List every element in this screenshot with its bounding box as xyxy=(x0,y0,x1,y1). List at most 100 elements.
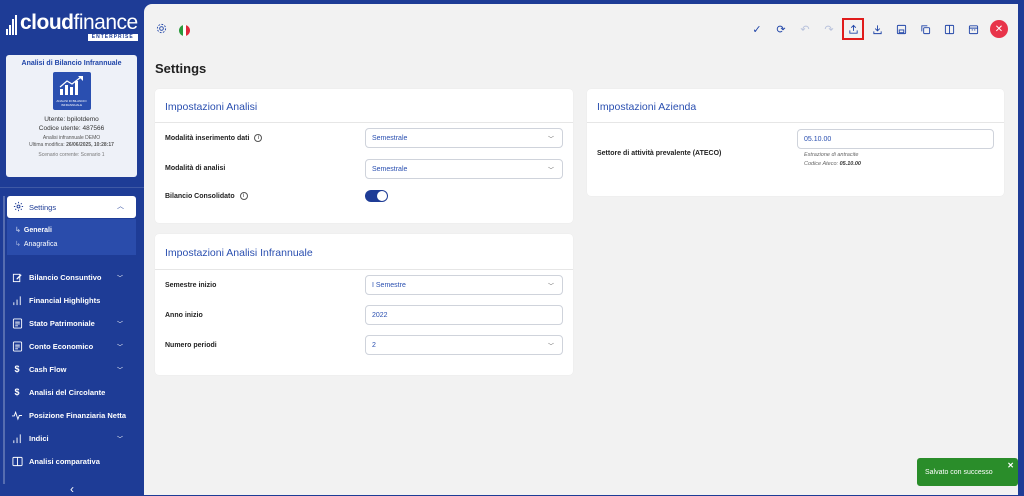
sidebar-item-label: Posizione Finanziaria Netta xyxy=(29,410,127,420)
analysis-thumbnail-caption: ANALISI DI BILANCIO INFRANNUALE xyxy=(56,99,87,107)
bars-icon xyxy=(11,294,23,306)
sidebar-item-label: Settings xyxy=(29,202,57,212)
save-icon[interactable] xyxy=(889,19,913,39)
panel-divider xyxy=(155,269,573,270)
page-title: Settings xyxy=(155,61,207,76)
chevron-down-icon: ﹀ xyxy=(116,367,123,374)
sidebar-divider xyxy=(0,187,144,188)
sidebar-item-posizione-finanziaria[interactable]: Posizione Finanziaria Netta xyxy=(11,406,135,424)
card-user: Utente: bpilotdemo xyxy=(44,116,99,123)
chevron-down-icon: ﹀ xyxy=(116,436,123,443)
sidebar-subitem-anagrafica[interactable]: ↳ Anagrafica xyxy=(15,240,57,248)
field-label-settore-ateco: Settore di attività prevalente (ATECO) xyxy=(597,150,721,157)
copy-icon[interactable] xyxy=(913,19,937,39)
sidebar-item-analisi-comparativa[interactable]: Analisi comparativa xyxy=(11,452,135,470)
logo-bars-icon xyxy=(6,15,17,35)
top-toolbar: ✓ ⟳ ↶ ↷ ✕ xyxy=(144,4,1018,52)
select-semestre-inizio[interactable]: I Semestre ﹀ xyxy=(365,275,563,295)
sidebar-item-settings[interactable]: Settings ︿ xyxy=(7,196,136,218)
sidebar: cloudfinance ENTERPRISE Analisi di Bilan… xyxy=(0,0,144,496)
close-icon[interactable]: ✕ xyxy=(990,20,1008,38)
input-anno-inizio[interactable]: 2022 xyxy=(365,305,563,325)
info-icon[interactable]: i xyxy=(239,192,248,200)
field-label-text: Semestre inizio xyxy=(165,282,217,289)
field-label-text: Bilancio Consolidato xyxy=(165,192,235,200)
analysis-card-title: Analisi di Bilancio Infrannuale xyxy=(21,60,122,67)
sidebar-subitem-generali[interactable]: ↳ Generali xyxy=(15,226,52,234)
subitem-arrow-icon: ↳ xyxy=(15,227,21,234)
select-numero-periodi[interactable]: 2 ﹀ xyxy=(365,335,563,355)
ateco-code-hint: Codice Ateco: 05.10.00 xyxy=(804,161,861,167)
chevron-up-icon: ︿ xyxy=(117,203,124,210)
field-label-anno-inizio: Anno inizio xyxy=(165,312,203,319)
document-icon xyxy=(11,340,23,352)
chevron-down-icon: ﹀ xyxy=(116,321,123,328)
card-scenario: Scenario corrente: Scenario 1 xyxy=(38,152,105,158)
refresh-icon[interactable]: ⟳ xyxy=(769,19,793,39)
upload-icon[interactable] xyxy=(842,18,864,40)
input-value: 05.10.00 xyxy=(804,135,832,143)
check-icon[interactable]: ✓ xyxy=(745,19,769,39)
sidebar-scrollbar[interactable] xyxy=(3,196,5,486)
card-last-modified-label: Ultima modifica: xyxy=(29,142,65,148)
settings-cog-icon[interactable] xyxy=(156,21,167,39)
brand-logo[interactable]: cloudfinance ENTERPRISE xyxy=(6,12,138,41)
sidebar-item-label: Bilancio Consuntivo xyxy=(29,272,102,282)
panel-divider xyxy=(587,122,1004,123)
field-label-text: Anno inizio xyxy=(165,312,203,319)
subitem-arrow-icon: ↳ xyxy=(15,241,21,248)
sidebar-item-analisi-circolante[interactable]: $ Analisi del Circolante xyxy=(11,383,135,401)
ateco-code-value: 05.10.00 xyxy=(839,161,861,167)
close-toast-icon[interactable]: ✕ xyxy=(1007,461,1014,470)
dollar-icon: $ xyxy=(14,364,20,374)
sidebar-item-stato-patrimoniale[interactable]: Stato Patrimoniale ﹀ xyxy=(11,314,135,332)
sidebar-subitem-label: Generali xyxy=(23,227,52,234)
success-toast: Salvato con successo ✕ xyxy=(917,458,1018,486)
select-value: Semestrale xyxy=(372,134,408,142)
field-label-text: Numero periodi xyxy=(165,342,217,349)
info-icon[interactable]: i xyxy=(254,134,263,142)
card-last-modified-value: 26/06/2025, 10:28:17 xyxy=(66,142,114,148)
italy-flag-icon[interactable] xyxy=(179,24,190,36)
pulse-icon xyxy=(11,409,23,421)
panel-title: Impostazioni Azienda xyxy=(597,101,697,113)
field-label-modalita-inserimento: Modalità inserimento dati i xyxy=(165,134,263,142)
growth-chart-icon xyxy=(59,76,83,95)
sidebar-item-label: Indici xyxy=(29,433,49,443)
download-icon[interactable] xyxy=(865,19,889,39)
card-analysis-name: Analisi infrannuale DEMO xyxy=(42,135,101,141)
sidebar-item-label: Analisi comparativa xyxy=(29,456,100,466)
field-label-numero-periodi: Numero periodi xyxy=(165,342,217,349)
select-modalita-inserimento[interactable]: Semestrale ﹀ xyxy=(365,128,563,148)
ateco-description: Estrazione di antracite xyxy=(804,152,859,158)
chevron-down-icon: ﹀ xyxy=(547,283,554,290)
analysis-thumbnail: ANALISI DI BILANCIO INFRANNUALE xyxy=(52,72,91,110)
sidebar-item-label: Stato Patrimoniale xyxy=(29,318,95,328)
toggle-bilancio-consolidato[interactable] xyxy=(365,190,388,202)
toggle-knob xyxy=(377,191,387,201)
field-label-text: Modalità di analisi xyxy=(165,165,226,172)
field-label-semestre-inizio: Semestre inizio xyxy=(165,282,216,289)
redo-icon[interactable]: ↷ xyxy=(817,19,841,39)
card-user-code: Codice utente: 487566 xyxy=(38,125,105,132)
sidebar-item-financial-highlights[interactable]: Financial Highlights xyxy=(11,291,135,309)
input-settore-ateco[interactable]: 05.10.00 xyxy=(797,129,994,149)
gear-icon xyxy=(13,201,24,214)
undo-icon[interactable]: ↶ xyxy=(793,19,817,39)
sidebar-item-cash-flow[interactable]: $ Cash Flow ﹀ xyxy=(11,360,135,378)
panel-impostazioni-analisi: Impostazioni Analisi Modalità inseriment… xyxy=(155,89,573,223)
analysis-card: Analisi di Bilancio Infrannuale ANALISI … xyxy=(6,55,137,177)
sidebar-item-bilancio-consuntivo[interactable]: Bilancio Consuntivo ﹀ xyxy=(11,268,135,286)
card-last-modified: Ultima modifica: 26/06/2025, 10:28:17 xyxy=(6,142,137,149)
collapse-sidebar-icon[interactable]: ‹ xyxy=(0,483,144,496)
split-view-icon[interactable] xyxy=(937,19,961,39)
settings-submenu: ↳ Generali ↳ Anagrafica xyxy=(7,219,136,255)
panel-impostazioni-azienda: Impostazioni Azienda Settore di attività… xyxy=(587,89,1004,196)
select-modalita-analisi[interactable]: Semestrale ﹀ xyxy=(365,159,563,179)
calendar-icon[interactable] xyxy=(961,19,985,39)
sidebar-item-conto-economico[interactable]: Conto Economico ﹀ xyxy=(11,337,135,355)
input-value: 2022 xyxy=(372,311,388,319)
chevron-down-icon: ﹀ xyxy=(547,167,554,174)
sidebar-item-indici[interactable]: Indici ﹀ xyxy=(11,429,135,447)
main-content: ✓ ⟳ ↶ ↷ ✕ Settings Impostazioni Analisi … xyxy=(144,4,1018,495)
